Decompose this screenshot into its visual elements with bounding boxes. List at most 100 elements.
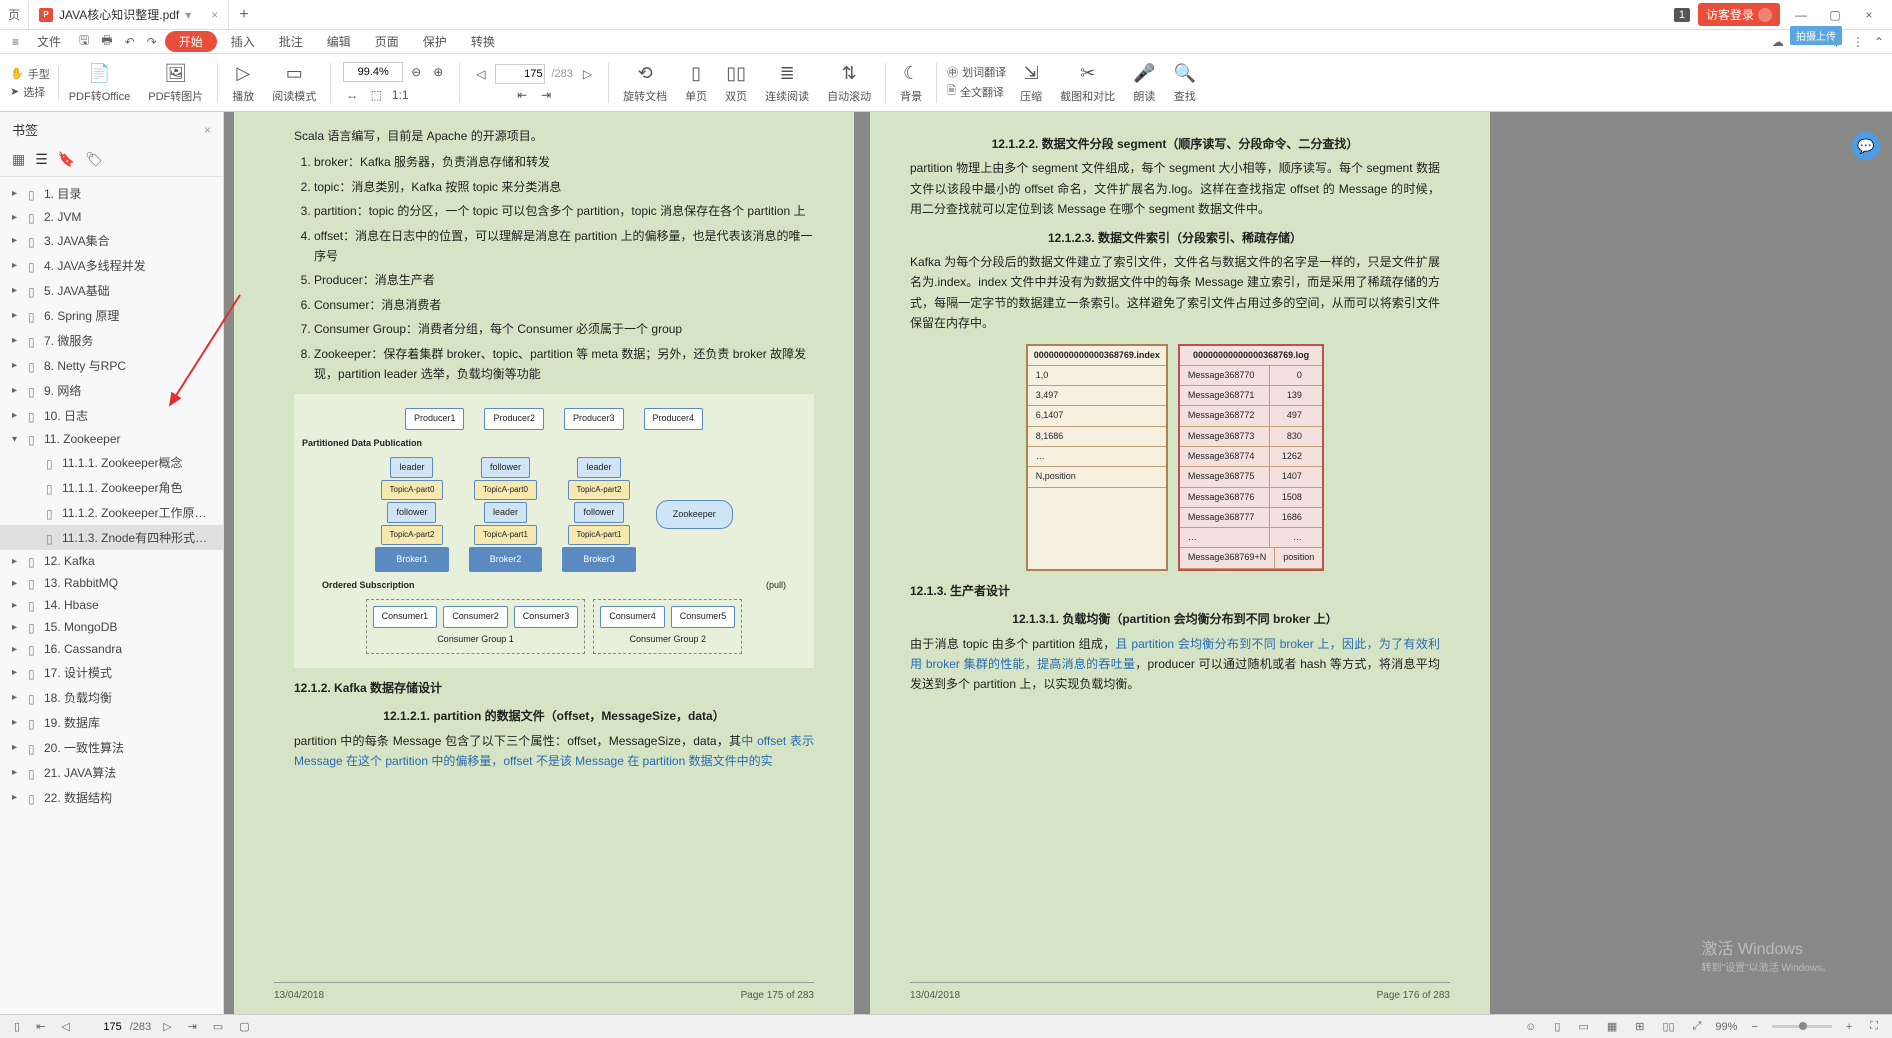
first-page-icon[interactable]: ⇤: [513, 88, 531, 102]
add-tab-button[interactable]: +: [229, 6, 258, 24]
tab-dropdown-icon[interactable]: ▾: [185, 8, 191, 22]
bookmark-item[interactable]: ▸▯4. JAVA多线程并发: [0, 253, 223, 278]
chevron-icon[interactable]: ▸: [12, 622, 24, 633]
sb-view2-icon[interactable]: ▭: [1574, 1020, 1592, 1033]
zoom-in-icon[interactable]: ⊕: [429, 63, 447, 81]
zoom-out-icon[interactable]: ⊖: [407, 63, 425, 81]
print-icon[interactable]: 🖶: [97, 31, 116, 52]
sidebar-close-icon[interactable]: ×: [204, 123, 211, 137]
bookmark-item[interactable]: ▸▯1. 目录: [0, 181, 223, 206]
bookmark-item[interactable]: ▸▯17. 设计模式: [0, 660, 223, 685]
thumbnail-tab-icon[interactable]: ▦: [12, 151, 25, 168]
sb-fit-icon[interactable]: ⤢: [1689, 1020, 1706, 1033]
play-button[interactable]: ▷播放: [224, 62, 262, 104]
bookmark-item[interactable]: ▸▯9. 网络: [0, 378, 223, 403]
bookmark-item[interactable]: ▯11.1.1. Zookeeper角色: [0, 475, 223, 500]
chevron-icon[interactable]: ▸: [12, 692, 24, 703]
menu-file[interactable]: 文件: [27, 31, 71, 52]
bookmark-alt-icon[interactable]: 🏷: [85, 151, 103, 168]
sb-view3-icon[interactable]: ▦: [1603, 1020, 1621, 1033]
single-page[interactable]: ▯单页: [677, 62, 715, 104]
bookmark-item[interactable]: ▸▯8. Netty 与RPC: [0, 353, 223, 378]
word-translate[interactable]: ㊥划词翻译: [947, 64, 1006, 80]
actual-size-icon[interactable]: 1:1: [391, 86, 409, 104]
bookmark-item[interactable]: ▯11.1.2. Zookeeper工作原理（原子广播）: [0, 500, 223, 525]
menu-start[interactable]: 开始: [165, 31, 217, 52]
chevron-icon[interactable]: ▸: [12, 212, 24, 223]
bookmark-item[interactable]: ▸▯13. RabbitMQ: [0, 572, 223, 594]
sb-zoom-in-icon[interactable]: +: [1842, 1021, 1856, 1033]
bookmark-item[interactable]: ▸▯20. 一致性算法: [0, 735, 223, 760]
bookmark-item[interactable]: ▸▯15. MongoDB: [0, 616, 223, 638]
minimize-button[interactable]: —: [1788, 8, 1814, 22]
chevron-icon[interactable]: ▸: [12, 385, 24, 396]
bookmark-item[interactable]: ▸▯2. JVM: [0, 206, 223, 228]
read-mode[interactable]: ▭阅读模式: [264, 62, 324, 104]
sb-zoom-out-icon[interactable]: −: [1747, 1021, 1761, 1033]
bookmark-item[interactable]: ▸▯7. 微服务: [0, 328, 223, 353]
rotate-button[interactable]: ⟲旋转文档: [615, 62, 675, 104]
bookmark-item[interactable]: ▾▯11. Zookeeper: [0, 428, 223, 450]
sb-expand-icon[interactable]: ⛶: [1866, 1020, 1882, 1033]
menu-annotate[interactable]: 批注: [269, 31, 313, 52]
bookmark-item[interactable]: ▸▯5. JAVA基础: [0, 278, 223, 303]
chevron-icon[interactable]: ▸: [12, 335, 24, 346]
prev-page-icon[interactable]: ◁: [472, 67, 489, 81]
bookmark-item[interactable]: ▸▯12. Kafka: [0, 550, 223, 572]
menu-icon[interactable]: ≡: [8, 35, 23, 49]
chevron-icon[interactable]: ▸: [12, 792, 24, 803]
auto-scroll[interactable]: ⇅自动滚动: [819, 62, 879, 104]
continuous-read[interactable]: ≣连续阅读: [757, 62, 817, 104]
sb-next-icon[interactable]: ▷: [159, 1020, 175, 1033]
chevron-icon[interactable]: ▸: [12, 600, 24, 611]
double-page[interactable]: ▯▯双页: [717, 62, 755, 104]
bookmark-item[interactable]: ▸▯19. 数据库: [0, 710, 223, 735]
float-assist-button[interactable]: 💬: [1852, 132, 1880, 160]
sb-prev-icon[interactable]: ◁: [57, 1020, 73, 1033]
bookmark-item[interactable]: ▸▯22. 数据结构: [0, 785, 223, 810]
sb-tool2-icon[interactable]: ▢: [235, 1020, 253, 1033]
file-tab[interactable]: P JAVA核心知识整理.pdf ▾ ×: [29, 1, 229, 29]
background-button[interactable]: ☾背景: [892, 62, 930, 104]
chevron-icon[interactable]: ▸: [12, 742, 24, 753]
save-icon[interactable]: 🖫: [75, 31, 93, 52]
chevron-icon[interactable]: ▸: [12, 556, 24, 567]
bookmark-item[interactable]: ▸▯3. JAVA集合: [0, 228, 223, 253]
more-icon[interactable]: ⋮: [1852, 35, 1864, 49]
undo-icon[interactable]: ↶: [121, 35, 139, 49]
pdf-to-office[interactable]: 📄PDF转Office: [61, 62, 139, 104]
upload-tag[interactable]: 拍摄上传: [1790, 26, 1842, 45]
chevron-icon[interactable]: ▸: [12, 717, 24, 728]
sb-view4-icon[interactable]: ⊞: [1631, 1020, 1648, 1033]
menu-convert[interactable]: 转换: [461, 31, 505, 52]
sb-zoom-slider[interactable]: [1772, 1025, 1832, 1028]
screenshot-button[interactable]: ✂截图和对比: [1052, 62, 1123, 104]
bookmark-icon[interactable]: 🔖: [58, 151, 75, 168]
sb-last-icon[interactable]: ⇥: [184, 1020, 201, 1033]
sb-view5-icon[interactable]: ▯▯: [1658, 1020, 1678, 1033]
close-tab-icon[interactable]: ×: [211, 8, 218, 22]
bookmark-tab-icon[interactable]: ☰: [35, 151, 48, 168]
full-translate[interactable]: 🗎全文翻译: [947, 82, 1006, 101]
menu-protect[interactable]: 保护: [413, 31, 457, 52]
read-aloud-button[interactable]: 🎤朗读: [1125, 62, 1163, 104]
sb-view1-icon[interactable]: ▯: [1550, 1020, 1564, 1033]
menu-page[interactable]: 页面: [365, 31, 409, 52]
bookmark-item[interactable]: ▸▯21. JAVA算法: [0, 760, 223, 785]
bookmark-tree[interactable]: ▸▯1. 目录▸▯2. JVM▸▯3. JAVA集合▸▯4. JAVA多线程并发…: [0, 177, 223, 1014]
chevron-icon[interactable]: ▸: [12, 410, 24, 421]
sb-first-icon[interactable]: ⇤: [32, 1020, 49, 1033]
close-window-button[interactable]: ×: [1856, 8, 1882, 22]
document-viewport[interactable]: 💬 Scala 语言编写，目前是 Apache 的开源项目。 broker：Ka…: [224, 112, 1892, 1014]
chevron-icon[interactable]: ▾: [12, 434, 24, 445]
chevron-icon[interactable]: ▸: [12, 767, 24, 778]
home-tab[interactable]: 页: [0, 1, 29, 29]
fit-page-icon[interactable]: ⬚: [367, 86, 385, 104]
chevron-icon[interactable]: ▸: [12, 260, 24, 271]
chevron-up-icon[interactable]: ⌃: [1874, 35, 1884, 49]
chevron-icon[interactable]: ▸: [12, 285, 24, 296]
redo-icon[interactable]: ↷: [143, 35, 161, 49]
bookmark-item[interactable]: ▸▯10. 日志: [0, 403, 223, 428]
bookmark-item[interactable]: ▯11.1.1. Zookeeper概念: [0, 450, 223, 475]
login-button[interactable]: 访客登录: [1698, 3, 1780, 26]
